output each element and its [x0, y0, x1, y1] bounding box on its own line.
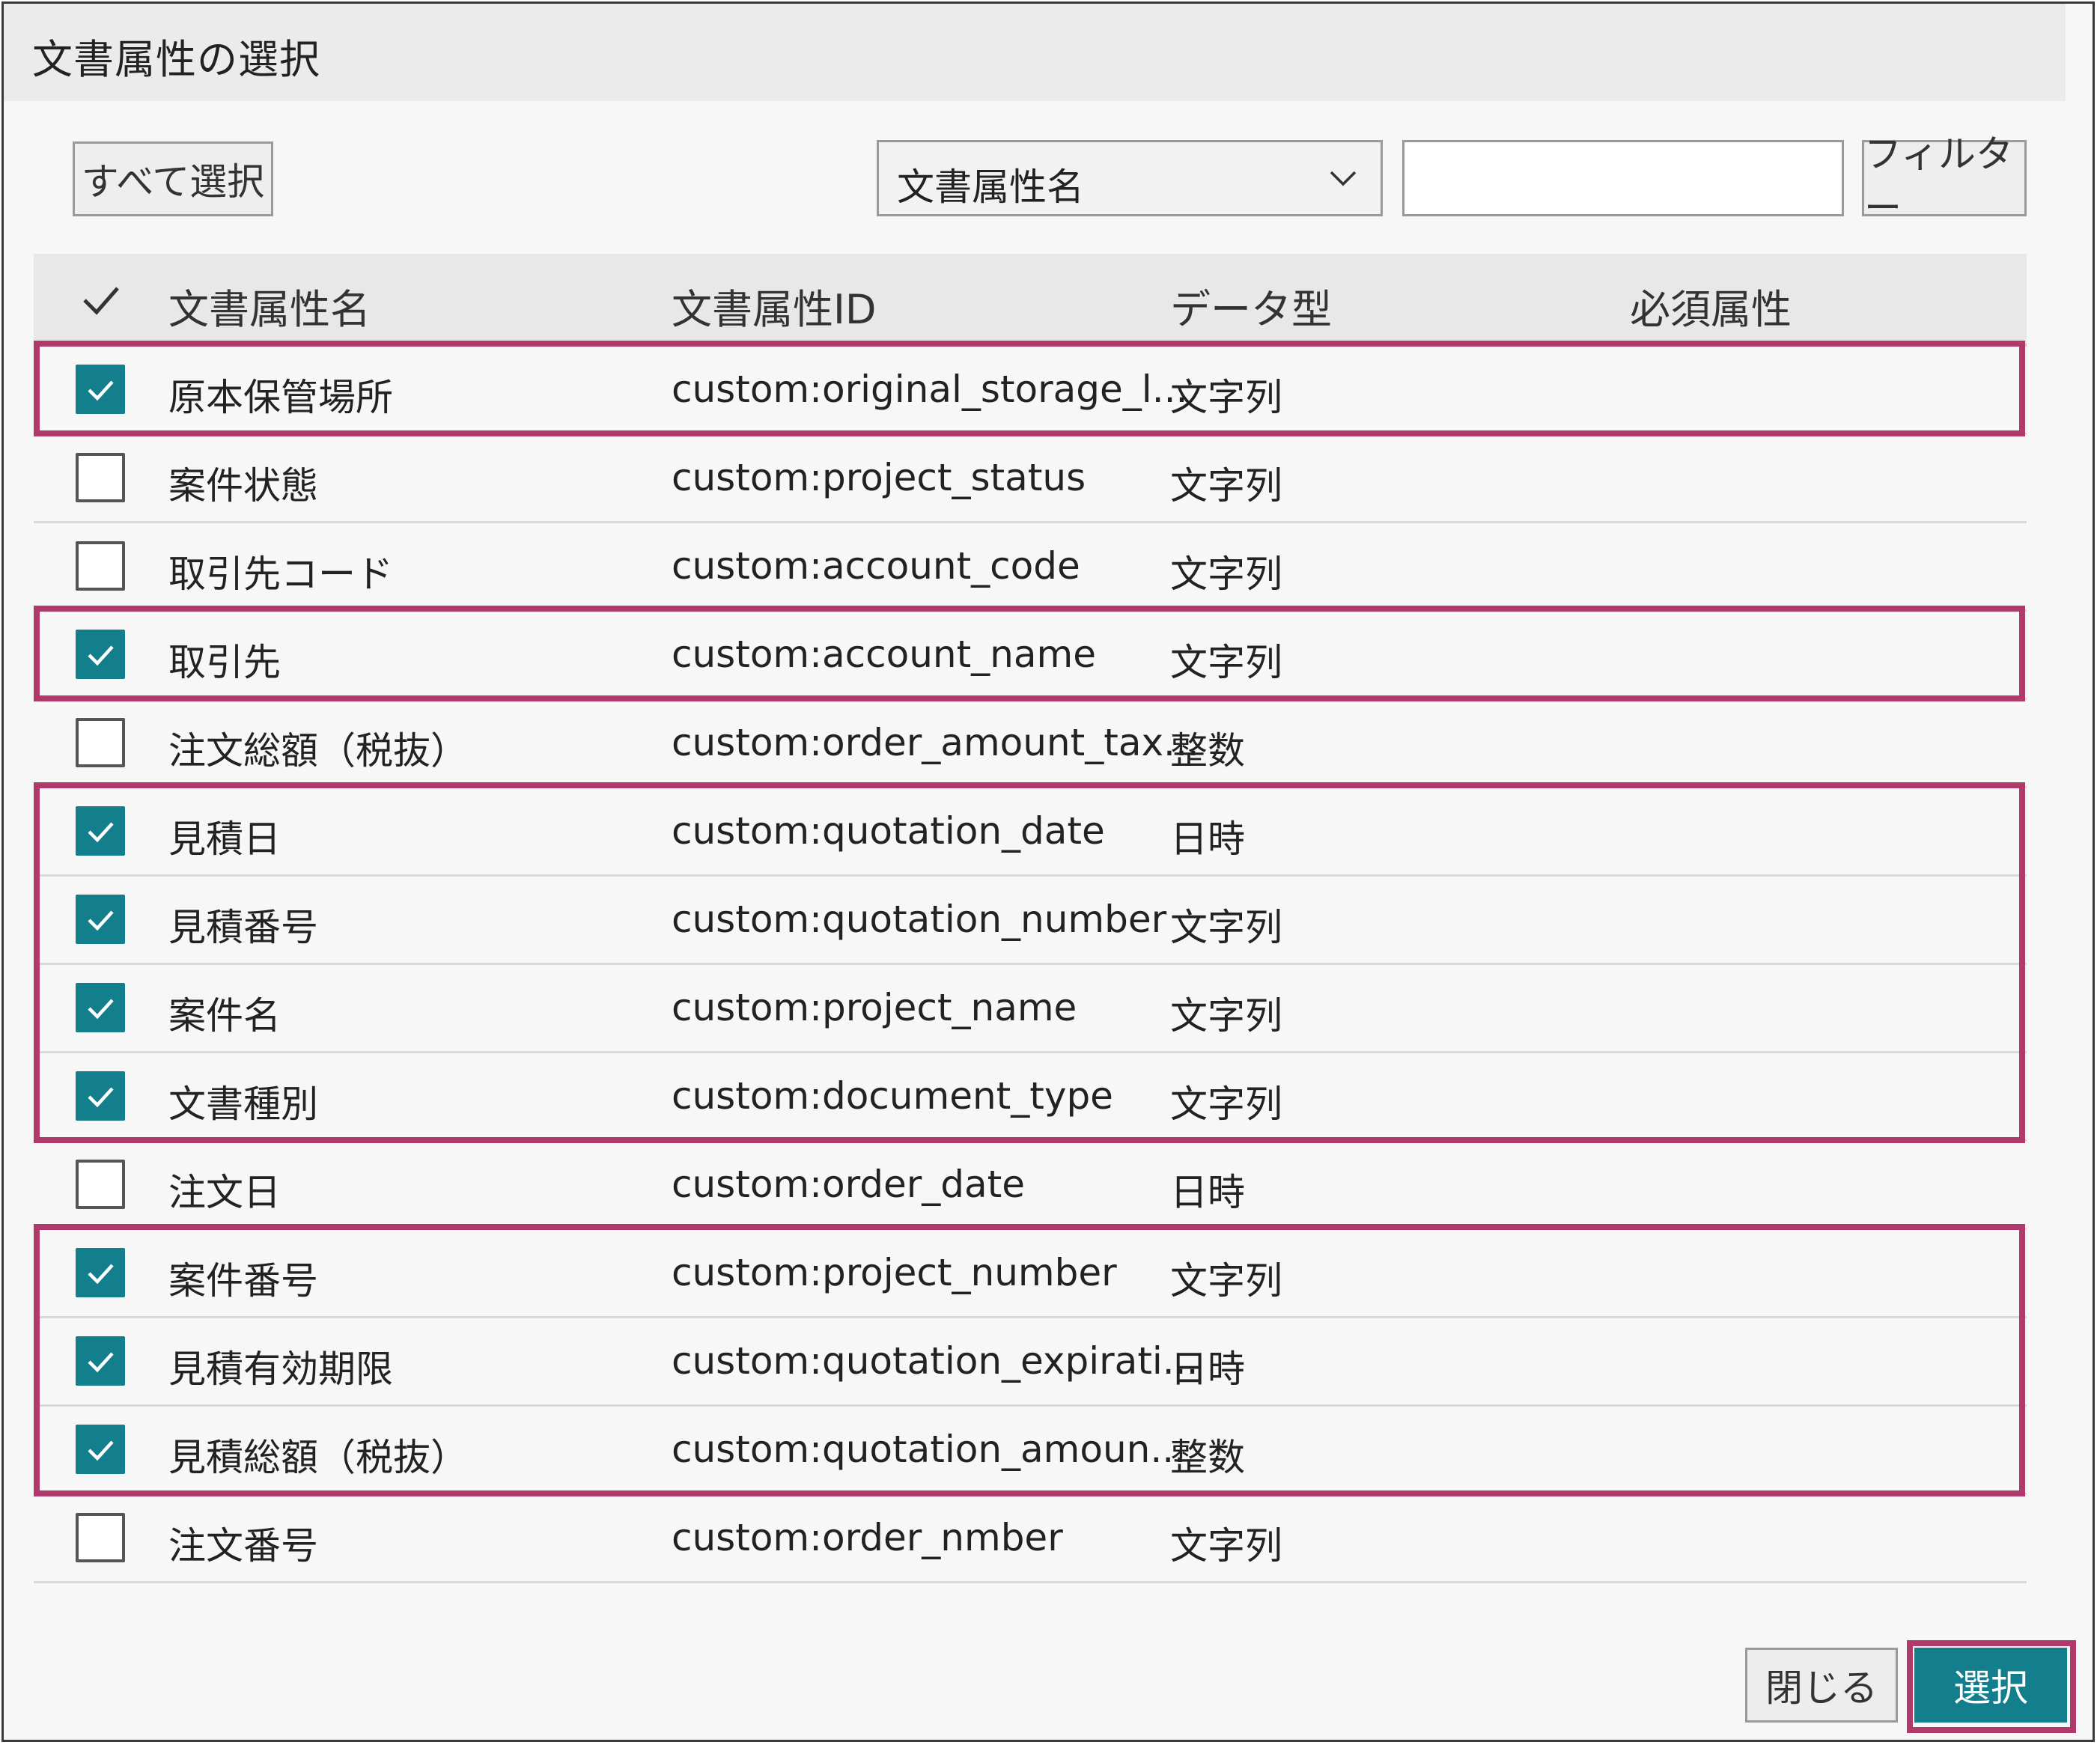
- checkmark-icon: [88, 1352, 114, 1373]
- table-header: 文書属性名 文書属性ID データ型 必須属性: [34, 254, 2027, 347]
- row-name: 案件番号: [168, 1259, 318, 1303]
- table-row[interactable]: 取引先コード custom:account_code 文字列: [34, 523, 2027, 612]
- row-type: 日時: [1170, 1347, 1245, 1391]
- row-checkbox[interactable]: [76, 1160, 125, 1209]
- row-name: 案件名: [168, 994, 281, 1038]
- header-name: 文書属性名: [168, 286, 371, 333]
- header-type: データ型: [1170, 286, 1332, 333]
- row-checkbox[interactable]: [76, 541, 125, 591]
- row-name: 見積有効期限: [168, 1347, 393, 1391]
- table-row[interactable]: 見積番号 custom:quotation_number 文字列: [34, 877, 2027, 965]
- table-row[interactable]: 案件番号 custom:project_number 文字列: [34, 1230, 2027, 1318]
- filter-button[interactable]: フィルター: [1862, 133, 2027, 230]
- table-row[interactable]: 文書種別 custom:document_type 文字列: [34, 1053, 2027, 1142]
- attribute-table: 文書属性名 文書属性ID データ型 必須属性 原本保管場所 custom:orig…: [34, 254, 2027, 1583]
- chevron-down-icon: [1330, 171, 1357, 186]
- row-type: 文字列: [1170, 552, 1282, 596]
- check-all-icon[interactable]: [80, 282, 122, 320]
- table-row[interactable]: 見積日 custom:quotation_date 日時: [34, 788, 2027, 877]
- table-row[interactable]: 取引先 custom:account_name 文字列: [34, 612, 2027, 700]
- table-row[interactable]: 見積総額（税抜） custom:quotation_amoun... 整数: [34, 1407, 2027, 1495]
- header-required: 必須属性: [1630, 286, 1792, 333]
- checkmark-icon: [88, 380, 114, 401]
- row-id: custom:project_number: [672, 1251, 1117, 1294]
- row-id: custom:order_amount_tax...: [672, 721, 1199, 764]
- row-checkbox[interactable]: [76, 983, 125, 1032]
- dialog-titlebar: 文書属性の選択: [4, 4, 2066, 101]
- row-type: 日時: [1170, 1171, 1245, 1214]
- filter-text-input[interactable]: [1402, 140, 1844, 216]
- dialog-title: 文書属性の選択: [32, 36, 320, 83]
- table-body: 原本保管場所 custom:original_storage_l... 文字列 案件状…: [34, 347, 2027, 1583]
- row-id: custom:original_storage_l...: [672, 368, 1188, 411]
- filter-field-value: 文書属性名: [897, 165, 1084, 209]
- row-type: 日時: [1170, 817, 1245, 861]
- row-id: custom:project_status: [672, 456, 1086, 499]
- checkmark-icon: [88, 999, 114, 1020]
- table-row[interactable]: 原本保管場所 custom:original_storage_l... 文字列: [34, 347, 2027, 435]
- row-name: 文書種別: [168, 1082, 318, 1126]
- filter-field-select[interactable]: 文書属性名: [877, 140, 1383, 216]
- table-row[interactable]: 見積有効期限 custom:quotation_expirati... 日時: [34, 1318, 2027, 1407]
- attribute-select-dialog: 文書属性の選択 すべて選択 文書属性名 フィルター 文書属性名 文書属性ID デ…: [1, 1, 2095, 1742]
- table-row[interactable]: 注文総額（税抜） custom:order_amount_tax... 整数: [34, 700, 2027, 788]
- header-id: 文書属性ID: [672, 286, 877, 333]
- row-type: 文字列: [1170, 1082, 1282, 1126]
- row-name: 見積日: [168, 817, 281, 861]
- row-type: 文字列: [1170, 906, 1282, 949]
- row-checkbox[interactable]: [76, 806, 125, 856]
- checkmark-icon: [88, 910, 114, 931]
- row-checkbox[interactable]: [76, 453, 125, 502]
- row-name: 取引先: [168, 641, 281, 684]
- row-id: custom:quotation_number: [672, 898, 1167, 941]
- row-name: 注文番号: [168, 1524, 318, 1568]
- row-id: custom:quotation_date: [672, 809, 1105, 853]
- row-type: 文字列: [1170, 464, 1282, 508]
- row-name: 注文日: [168, 1171, 281, 1214]
- close-button[interactable]: 閉じる: [1745, 1648, 1898, 1723]
- row-type: 文字列: [1170, 994, 1282, 1038]
- row-checkbox[interactable]: [76, 1425, 125, 1474]
- checkmark-icon: [88, 822, 114, 843]
- row-id: custom:document_type: [672, 1074, 1113, 1118]
- table-row[interactable]: 案件名 custom:project_name 文字列: [34, 965, 2027, 1053]
- row-checkbox[interactable]: [76, 1248, 125, 1297]
- row-checkbox[interactable]: [76, 718, 125, 767]
- row-id: custom:account_code: [672, 544, 1080, 588]
- row-checkbox[interactable]: [76, 1513, 125, 1562]
- row-type: 文字列: [1170, 1259, 1282, 1303]
- row-name: 注文総額（税抜）: [168, 729, 468, 773]
- row-id: custom:order_date: [672, 1163, 1026, 1206]
- table-row[interactable]: 案件状態 custom:project_status 文字列: [34, 435, 2027, 523]
- select-button[interactable]: 選択: [1914, 1648, 2067, 1723]
- checkmark-icon: [88, 1440, 114, 1461]
- row-checkbox[interactable]: [76, 1071, 125, 1121]
- row-type: 文字列: [1170, 641, 1282, 684]
- table-row[interactable]: 注文日 custom:order_date 日時: [34, 1142, 2027, 1230]
- row-name: 取引先コード: [168, 552, 393, 596]
- row-name: 原本保管場所: [168, 376, 393, 419]
- table-row[interactable]: 注文番号 custom:order_nmber 文字列: [34, 1495, 2027, 1583]
- checkmark-icon: [88, 645, 114, 666]
- row-checkbox[interactable]: [76, 1336, 125, 1386]
- select-all-button[interactable]: すべて選択: [73, 141, 273, 216]
- checkmark-icon: [88, 1264, 114, 1285]
- row-name: 見積総額（税抜）: [168, 1436, 468, 1479]
- row-id: custom:quotation_amoun...: [672, 1428, 1187, 1471]
- row-id: custom:order_nmber: [672, 1516, 1063, 1559]
- row-checkbox[interactable]: [76, 630, 125, 679]
- row-id: custom:project_name: [672, 986, 1077, 1029]
- row-type: 整数: [1170, 729, 1245, 773]
- checkmark-icon: [88, 1087, 114, 1108]
- row-name: 見積番号: [168, 906, 318, 949]
- row-type: 整数: [1170, 1436, 1245, 1479]
- row-checkbox[interactable]: [76, 365, 125, 414]
- row-id: custom:quotation_expirati...: [672, 1339, 1199, 1383]
- row-name: 案件状態: [168, 464, 318, 508]
- row-type: 文字列: [1170, 1524, 1282, 1568]
- row-id: custom:account_name: [672, 633, 1096, 676]
- row-checkbox[interactable]: [76, 895, 125, 944]
- row-type: 文字列: [1170, 376, 1282, 419]
